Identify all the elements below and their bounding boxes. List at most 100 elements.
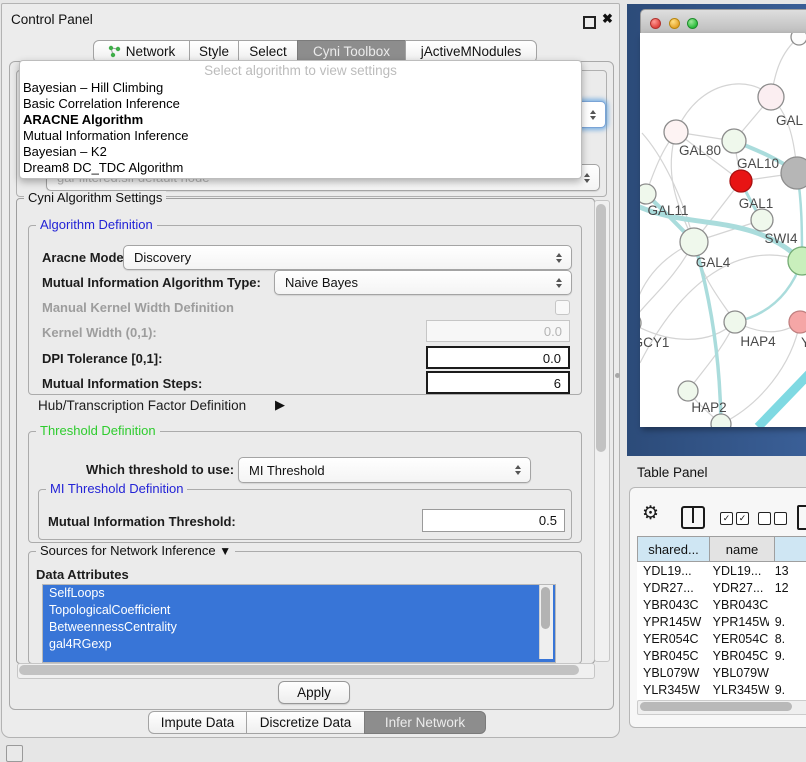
mi-threshold-title: MI Threshold Definition xyxy=(46,482,187,496)
split-columns-divider xyxy=(692,508,694,523)
node-label-y: Y xyxy=(801,335,806,350)
node-gal4[interactable] xyxy=(680,228,708,256)
settings-gear-icon[interactable]: ⚙ xyxy=(642,502,659,525)
table-row[interactable]: YPR145WYPR145W9. xyxy=(637,613,806,630)
data-attribute-topologicalcoefficient[interactable]: TopologicalCoefficient xyxy=(43,602,555,619)
float-panel-icon[interactable] xyxy=(583,16,596,29)
which-threshold-select[interactable]: MI Threshold xyxy=(238,457,531,483)
algorithm-option-aracne-algorithm[interactable]: ARACNE Algorithm xyxy=(20,112,581,128)
table-panel-window: ⚙ ✓✓ shared...name YDL19...YDL19...13YDR… xyxy=(629,487,806,728)
kernel-width-field[interactable]: 0.0 xyxy=(426,320,570,342)
data-attribute-selfloops[interactable]: SelfLoops xyxy=(43,585,555,602)
algorithm-options: Bayesian – Hill ClimbingBasic Correlatio… xyxy=(20,80,581,176)
network-graph[interactable]: GALGAL80GAL10GAL1GAL11SWI4GAL4GCY1HAP4YH… xyxy=(640,33,806,427)
kernel-width-label: Kernel Width (0,1): xyxy=(42,325,157,340)
node-gal11[interactable] xyxy=(640,184,656,204)
column-header-clipped[interactable] xyxy=(775,536,806,562)
tab-label: Network xyxy=(126,44,176,59)
table-cell: 8. xyxy=(769,632,806,646)
node-gal10[interactable] xyxy=(722,129,746,153)
mi-threshold-label: Mutual Information Threshold: xyxy=(48,514,236,529)
table-cell: YBL079W xyxy=(707,666,769,680)
sources-title: Sources for Network Inference ▼ xyxy=(36,544,235,558)
data-attribute-betweennesscentrality[interactable]: BetweennessCentrality xyxy=(43,619,555,636)
show-all-columns-icon[interactable]: ✓✓ xyxy=(720,512,749,525)
tab-label: Select xyxy=(249,44,287,59)
table-cell: YLR345W xyxy=(637,683,707,697)
node-label-gcy1: GCY1 xyxy=(640,335,669,350)
algorithm-option-mutual-information-inference[interactable]: Mutual Information Inference xyxy=(20,128,581,144)
dpi-tolerance-label: DPI Tolerance [0,1]: xyxy=(42,351,162,366)
table-row[interactable]: YLR345WYLR345W9. xyxy=(637,681,806,698)
table-row[interactable]: YER054CYER054C8. xyxy=(637,630,806,647)
table-row[interactable]: YBL079WYBL079W xyxy=(637,664,806,681)
close-traffic-light[interactable] xyxy=(650,18,661,29)
settings-vscroll-thumb[interactable] xyxy=(596,204,606,452)
data-attribute-gal4rgexp[interactable]: gal4RGexp xyxy=(43,636,555,653)
minimize-traffic-light[interactable] xyxy=(669,18,680,29)
algorithm-option-basic-correlation-inference[interactable]: Basic Correlation Inference xyxy=(20,96,581,112)
mi-threshold-field[interactable]: 0.5 xyxy=(422,509,565,532)
hub-definition-label[interactable]: Hub/Transcription Factor Definition xyxy=(38,398,246,413)
algorithm-option-dream8-dc-tdc-algorithm[interactable]: Dream8 DC_TDC Algorithm xyxy=(20,160,581,176)
table-row[interactable]: YBR043CYBR043C xyxy=(637,596,806,613)
column-header-shared[interactable]: shared... xyxy=(637,536,710,562)
splitter-handle[interactable] xyxy=(615,373,620,378)
node-unlabeled[interactable] xyxy=(711,414,731,427)
sources-title-text: Sources for Network Inference xyxy=(40,543,216,558)
aracne-mode-select[interactable]: Discovery xyxy=(123,245,572,270)
node-gcy1[interactable] xyxy=(640,313,641,333)
table-hscroll-thumb[interactable] xyxy=(640,702,792,711)
sources-collapse-arrow-icon[interactable]: ▼ xyxy=(219,544,231,558)
network-nodes xyxy=(640,33,806,427)
stepper-arrows-icon xyxy=(551,253,566,263)
node-gal1[interactable] xyxy=(730,170,752,192)
node-swi4[interactable] xyxy=(751,209,773,231)
tab-infer-network[interactable]: Infer Network xyxy=(364,711,486,734)
table-cell: YDL19... xyxy=(707,564,769,578)
apply-button[interactable]: Apply xyxy=(278,681,350,704)
node-y[interactable] xyxy=(789,311,806,333)
export-table-icon[interactable] xyxy=(797,505,806,530)
algorithm-option-bayesian-k2[interactable]: Bayesian – K2 xyxy=(20,144,581,160)
hub-expand-arrow-icon[interactable]: ▶ xyxy=(275,397,285,413)
attributes-vscroll-thumb[interactable] xyxy=(541,587,550,629)
data-attributes-items: SelfLoopsTopologicalCoefficientBetweenne… xyxy=(43,585,555,653)
algorithm-option-bayesian-hill-climbing[interactable]: Bayesian – Hill Climbing xyxy=(20,80,581,96)
mi-type-label: Mutual Information Algorithm Type: xyxy=(42,275,261,290)
which-threshold-label: Which threshold to use: xyxy=(86,462,234,477)
node-unlabeled[interactable] xyxy=(781,157,806,189)
data-attributes-label: Data Attributes xyxy=(36,567,129,582)
table-row[interactable]: YDR27...YDR27...12 xyxy=(637,579,806,596)
data-attribute-partial-row[interactable] xyxy=(43,653,555,662)
settings-hscroll-thumb[interactable] xyxy=(19,665,579,675)
manual-kernel-checkbox[interactable] xyxy=(555,300,570,315)
table-cell: YBR045C xyxy=(637,649,707,663)
close-icon[interactable]: ✖ xyxy=(602,11,613,27)
node-gal80[interactable] xyxy=(664,120,688,144)
network-canvas[interactable]: GALGAL80GAL10GAL1GAL11SWI4GAL4GCY1HAP4YH… xyxy=(640,33,806,427)
node-unlabeled[interactable] xyxy=(791,33,806,45)
minimized-panel-button[interactable] xyxy=(6,745,23,762)
table-row[interactable]: YBR045CYBR045C9. xyxy=(637,647,806,664)
node-hap4[interactable] xyxy=(724,311,746,333)
dpi-tolerance-field[interactable]: 0.0 xyxy=(426,346,570,369)
tab-impute-data[interactable]: Impute Data xyxy=(148,711,247,734)
node-hap2[interactable] xyxy=(678,381,698,401)
node-label-gal11: GAL11 xyxy=(647,203,688,218)
mi-steps-field[interactable]: 6 xyxy=(426,371,570,394)
table-cell: YDL19... xyxy=(637,564,707,578)
split-columns-icon[interactable] xyxy=(681,506,705,529)
tab-discretize-data[interactable]: Discretize Data xyxy=(246,711,365,734)
table-cell: YBR043C xyxy=(707,598,769,612)
mi-type-select[interactable]: Naive Bayes xyxy=(274,270,572,295)
manual-kernel-label: Manual Kernel Width Definition xyxy=(42,300,234,315)
hide-all-columns-icon[interactable] xyxy=(758,512,787,525)
column-header-name[interactable]: name xyxy=(710,536,775,562)
table-cell: YDR27... xyxy=(637,581,707,595)
table-row[interactable]: YDL19...YDL19...13 xyxy=(637,562,806,579)
zoom-traffic-light[interactable] xyxy=(687,18,698,29)
control-panel-title: Control Panel xyxy=(11,12,93,27)
node-gal[interactable] xyxy=(758,84,784,110)
table-cell: YDR27... xyxy=(707,581,769,595)
